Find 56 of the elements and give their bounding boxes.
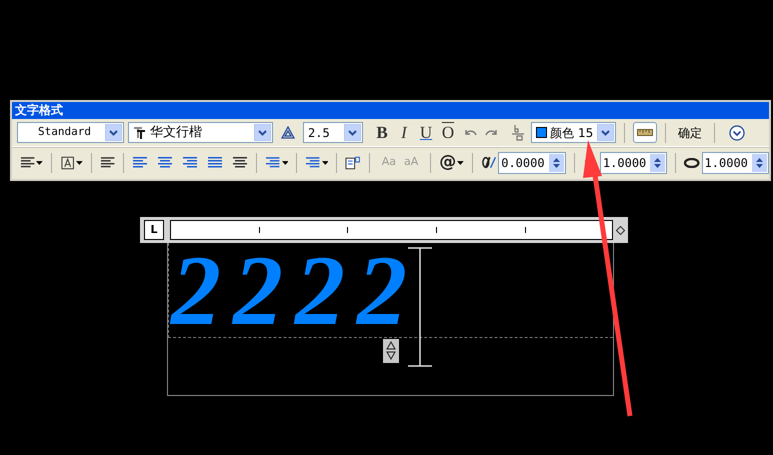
- ruler-button[interactable]: [633, 122, 657, 143]
- ok-button[interactable]: 确定: [674, 124, 706, 142]
- align-center-icon[interactable]: [157, 156, 174, 169]
- truetype-icon: [133, 126, 146, 139]
- symbol-button[interactable]: @: [439, 154, 456, 171]
- font-combo[interactable]: 华文行楷: [128, 122, 273, 143]
- spinner-icon[interactable]: [752, 154, 767, 172]
- line-spacing-icon[interactable]: [265, 156, 281, 169]
- format-button[interactable]: B: [371, 124, 393, 141]
- caret-icon[interactable]: [76, 160, 84, 164]
- oblique-icon: [480, 156, 496, 169]
- spinner-icon[interactable]: [650, 154, 666, 172]
- dropdown-button[interactable]: [344, 124, 361, 141]
- style-combo[interactable]: Standard: [17, 122, 124, 143]
- text-content: 2222: [171, 245, 419, 337]
- insert-field-icon[interactable]: [345, 154, 361, 170]
- annotative-icon[interactable]: [281, 126, 295, 139]
- caret-icon[interactable]: [322, 160, 328, 164]
- align-right-icon[interactable]: [182, 156, 198, 169]
- text-editor-frame[interactable]: 2222: [167, 243, 614, 396]
- dropdown-button[interactable]: [105, 124, 122, 141]
- tracking-field[interactable]: 1.0000: [600, 152, 668, 174]
- dropdown-button[interactable]: [254, 124, 271, 141]
- spinner-icon[interactable]: [548, 154, 564, 172]
- color-combo[interactable]: 颜色 15: [531, 122, 616, 143]
- paragraph-icon[interactable]: [100, 156, 116, 169]
- caret-icon[interactable]: [282, 160, 288, 164]
- chevron-down-icon: [258, 130, 267, 136]
- redo-icon[interactable]: [485, 128, 499, 138]
- format-button[interactable]: U: [415, 124, 437, 141]
- text-frame-icon[interactable]: [60, 154, 76, 170]
- ruler-icon: [637, 129, 653, 136]
- align-left-icon[interactable]: [132, 156, 148, 169]
- chevron-down-icon: [601, 130, 610, 136]
- tab-type-button[interactable]: L: [144, 220, 164, 240]
- justify-icon[interactable]: [207, 156, 224, 169]
- justification-icon[interactable]: [20, 156, 36, 169]
- text-height-combo[interactable]: 2.5: [303, 122, 363, 143]
- chevron-down-icon: [109, 130, 118, 136]
- caret-icon[interactable]: [457, 160, 464, 164]
- undo-icon[interactable]: [463, 128, 477, 138]
- dropdown-button[interactable]: [597, 124, 614, 141]
- numbering-icon[interactable]: [305, 156, 321, 169]
- distribute-icon[interactable]: [232, 156, 248, 169]
- caret-icon[interactable]: [36, 160, 44, 164]
- chevron-down-icon: [348, 130, 357, 136]
- stack-icon[interactable]: [511, 124, 525, 142]
- oblique-field[interactable]: 0.0000: [498, 152, 566, 174]
- format-button[interactable]: I: [393, 124, 415, 141]
- options-icon[interactable]: [729, 124, 745, 140]
- diamond-icon[interactable]: [616, 226, 625, 234]
- resize-handle[interactable]: [383, 339, 399, 363]
- width-factor-icon: [684, 158, 700, 168]
- format-button[interactable]: O: [437, 124, 459, 141]
- width-factor-field[interactable]: 1.0000: [702, 152, 769, 174]
- window-title: 文字格式: [12, 102, 769, 119]
